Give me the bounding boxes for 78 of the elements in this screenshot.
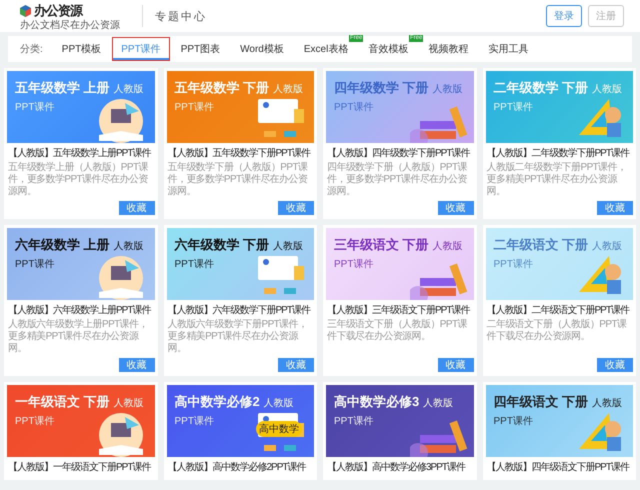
banner-edition: 人教版: [592, 397, 622, 410]
banner-edition: 人教版: [432, 83, 463, 96]
course-card[interactable]: 高中数学必修2 人教版 PPT课件 高中数学 【人教版】高中数学必修2PPT课件: [164, 382, 317, 480]
card-title[interactable]: 【人教版】四年级语文下册PPT课件: [486, 462, 632, 474]
banner-title: 六年级数学 下册: [174, 236, 270, 254]
card-title[interactable]: 【人教版】五年级数学下册PPT课件: [168, 148, 313, 160]
banner-title: 六年级数学 上册: [15, 236, 110, 254]
banner-sticker: 高中数学: [256, 421, 302, 437]
banner-edition: 人教版: [432, 240, 463, 253]
banner-subtitle: PPT课件: [15, 415, 56, 428]
course-card[interactable]: 六年级数学 上册 人教版 PPT课件 【人教版】六年级数学上册PPT课件 人教版六年级数学上册PPT课件，更多精美PPT课件尽在办公资源网。 收藏: [4, 225, 158, 376]
banner-title: 一年级语文 下册: [15, 393, 110, 411]
banner-subtitle: PPT课件: [494, 258, 534, 271]
card-title[interactable]: 【人教版】一年级语文下册PPT课件: [8, 462, 154, 474]
course-card[interactable]: 五年级数学 下册 人教版 PPT课件 【人教版】五年级数学下册PPT课件 五年级数学下册（人教版）PPT课件，更多数学PPT课件尽在办公资源网。 收藏: [164, 68, 317, 219]
logo-name: 办公资源: [34, 2, 82, 20]
category-tab[interactable]: Word模板: [231, 37, 293, 61]
banner-subtitle: PPT课件: [15, 101, 56, 114]
category-tab[interactable]: PPT图表: [172, 37, 230, 61]
card-title[interactable]: 【人教版】高中数学必修3PPT课件: [327, 462, 472, 474]
course-card[interactable]: 二年级语文 下册 人教版 PPT课件 【人教版】二年级语文下册PPT课件 二年级语文下册（人教版）PPT课件下载尽在办公资源网。 收藏: [482, 225, 636, 376]
logo-tagline: 办公文档尽在办公资源: [20, 20, 120, 30]
banner-edition: 人教版: [273, 240, 304, 253]
banner-subtitle: PPT课件: [494, 415, 534, 428]
banner-subtitle: PPT课件: [174, 415, 215, 428]
card-title[interactable]: 【人教版】六年级数学上册PPT课件: [8, 305, 154, 317]
banner-subtitle: PPT课件: [334, 101, 374, 114]
banner-edition: 人教版: [592, 240, 622, 253]
banner-title: 高中数学必修2: [174, 393, 260, 411]
banner-edition: 人教版: [114, 240, 144, 253]
card-title[interactable]: 【人教版】二年级语文下册PPT课件: [486, 305, 632, 317]
card-title[interactable]: 【人教版】五年级数学上册PPT课件: [8, 148, 154, 160]
course-card[interactable]: 高中数学必修3 人教版 PPT课件 【人教版】高中数学必修3PPT课件: [323, 382, 476, 480]
banner-edition: 人教版: [423, 397, 454, 410]
banner-edition: 人教版: [114, 397, 144, 410]
banner-subtitle: PPT课件: [174, 258, 215, 271]
banner-title: 五年级数学 上册: [15, 79, 110, 97]
course-card[interactable]: 三年级语文 下册 人教版 PPT课件 【人教版】三年级语文下册PPT课件 三年级语文下册（人教版）PPT课件下载尽在办公资源网。 收藏: [323, 225, 476, 376]
card-description: 五年级数学下册（人教版）PPT课件，更多数学PPT课件尽在办公资源网。: [168, 162, 308, 198]
card-description: 五年级数学上册（人教版）PPT课件，更多数学PPT课件尽在办公资源网。: [8, 162, 149, 198]
card-description: 人教版六年级数学下册PPT课件，更多精美PPT课件尽在办公资源网。: [168, 319, 308, 355]
banner-subtitle: PPT课件: [494, 101, 534, 114]
banner-title: 五年级数学 下册: [174, 79, 270, 97]
card-description: 人教版二年级数学下册PPT课件，更多精美PPT课件尽在办公资源网。: [486, 162, 628, 198]
card-title[interactable]: 【人教版】二年级数学下册PPT课件: [486, 148, 632, 160]
category-label: 分类:: [20, 42, 43, 56]
course-card[interactable]: 四年级语文 下册 人教版 PPT课件 【人教版】四年级语文下册PPT课件: [482, 382, 636, 480]
category-tab[interactable]: PPT模板: [52, 37, 110, 61]
banner-subtitle: PPT课件: [15, 258, 56, 271]
banner-edition: 人教版: [264, 397, 294, 410]
card-description: 二年级语文下册（人教版）PPT课件下载尽在办公资源网。: [486, 319, 628, 344]
card-title[interactable]: 【人教版】四年级数学下册PPT课件: [327, 148, 472, 160]
banner-title: 四年级数学 下册: [334, 79, 429, 97]
course-card[interactable]: 六年级数学 下册 人教版 PPT课件 【人教版】六年级数学下册PPT课件 人教版六年级数学下册PPT课件，更多精美PPT课件尽在办公资源网。 收藏: [164, 225, 317, 376]
course-card[interactable]: 二年级数学 下册 人教版 PPT课件 【人教版】二年级数学下册PPT课件 人教版二年级数学下册PPT课件，更多精美PPT课件尽在办公资源网。 收藏: [482, 68, 636, 219]
card-description: 人教版六年级数学上册PPT课件，更多精美PPT课件尽在办公资源网。: [8, 319, 149, 355]
banner-title: 四年级语文 下册: [494, 393, 588, 411]
course-card[interactable]: 一年级语文 下册 人教版 PPT课件 【人教版】一年级语文下册PPT课件: [4, 382, 158, 480]
card-title[interactable]: 【人教版】六年级数学下册PPT课件: [168, 305, 313, 317]
banner-edition: 人教版: [273, 83, 304, 96]
course-card[interactable]: 五年级数学 上册 人教版 PPT课件 【人教版】五年级数学上册PPT课件 五年级数学上册（人教版）PPT课件，更多数学PPT课件尽在办公资源网。 收藏: [4, 68, 158, 219]
banner-edition: 人教版: [114, 83, 144, 96]
banner-title: 二年级数学 下册: [494, 79, 588, 97]
card-title[interactable]: 【人教版】三年级语文下册PPT课件: [327, 305, 472, 317]
banner-title: 二年级语文 下册: [494, 236, 588, 254]
banner-title: 高中数学必修3: [334, 393, 420, 411]
category-tab[interactable]: 实用工具: [479, 37, 538, 61]
card-description: 三年级语文下册（人教版）PPT课件下载尽在办公资源网。: [327, 319, 468, 344]
logo-icon: [20, 4, 31, 16]
banner-edition: 人教版: [592, 83, 622, 96]
card-title[interactable]: 【人教版】高中数学必修2PPT课件: [168, 462, 313, 474]
course-card[interactable]: 四年级数学 下册 人教版 PPT课件 【人教版】四年级数学下册PPT课件 四年级数学下册（人教版）PPT课件，更多数学PPT课件尽在办公资源网。 收藏: [323, 68, 476, 219]
banner-title: 三年级语文 下册: [334, 236, 429, 254]
section-title: 专题中心: [155, 10, 207, 24]
banner-subtitle: PPT课件: [174, 101, 215, 114]
banner-subtitle: PPT课件: [334, 258, 374, 271]
card-description: 四年级数学下册（人教版）PPT课件，更多数学PPT课件尽在办公资源网。: [327, 162, 468, 198]
banner-subtitle: PPT课件: [334, 415, 374, 428]
